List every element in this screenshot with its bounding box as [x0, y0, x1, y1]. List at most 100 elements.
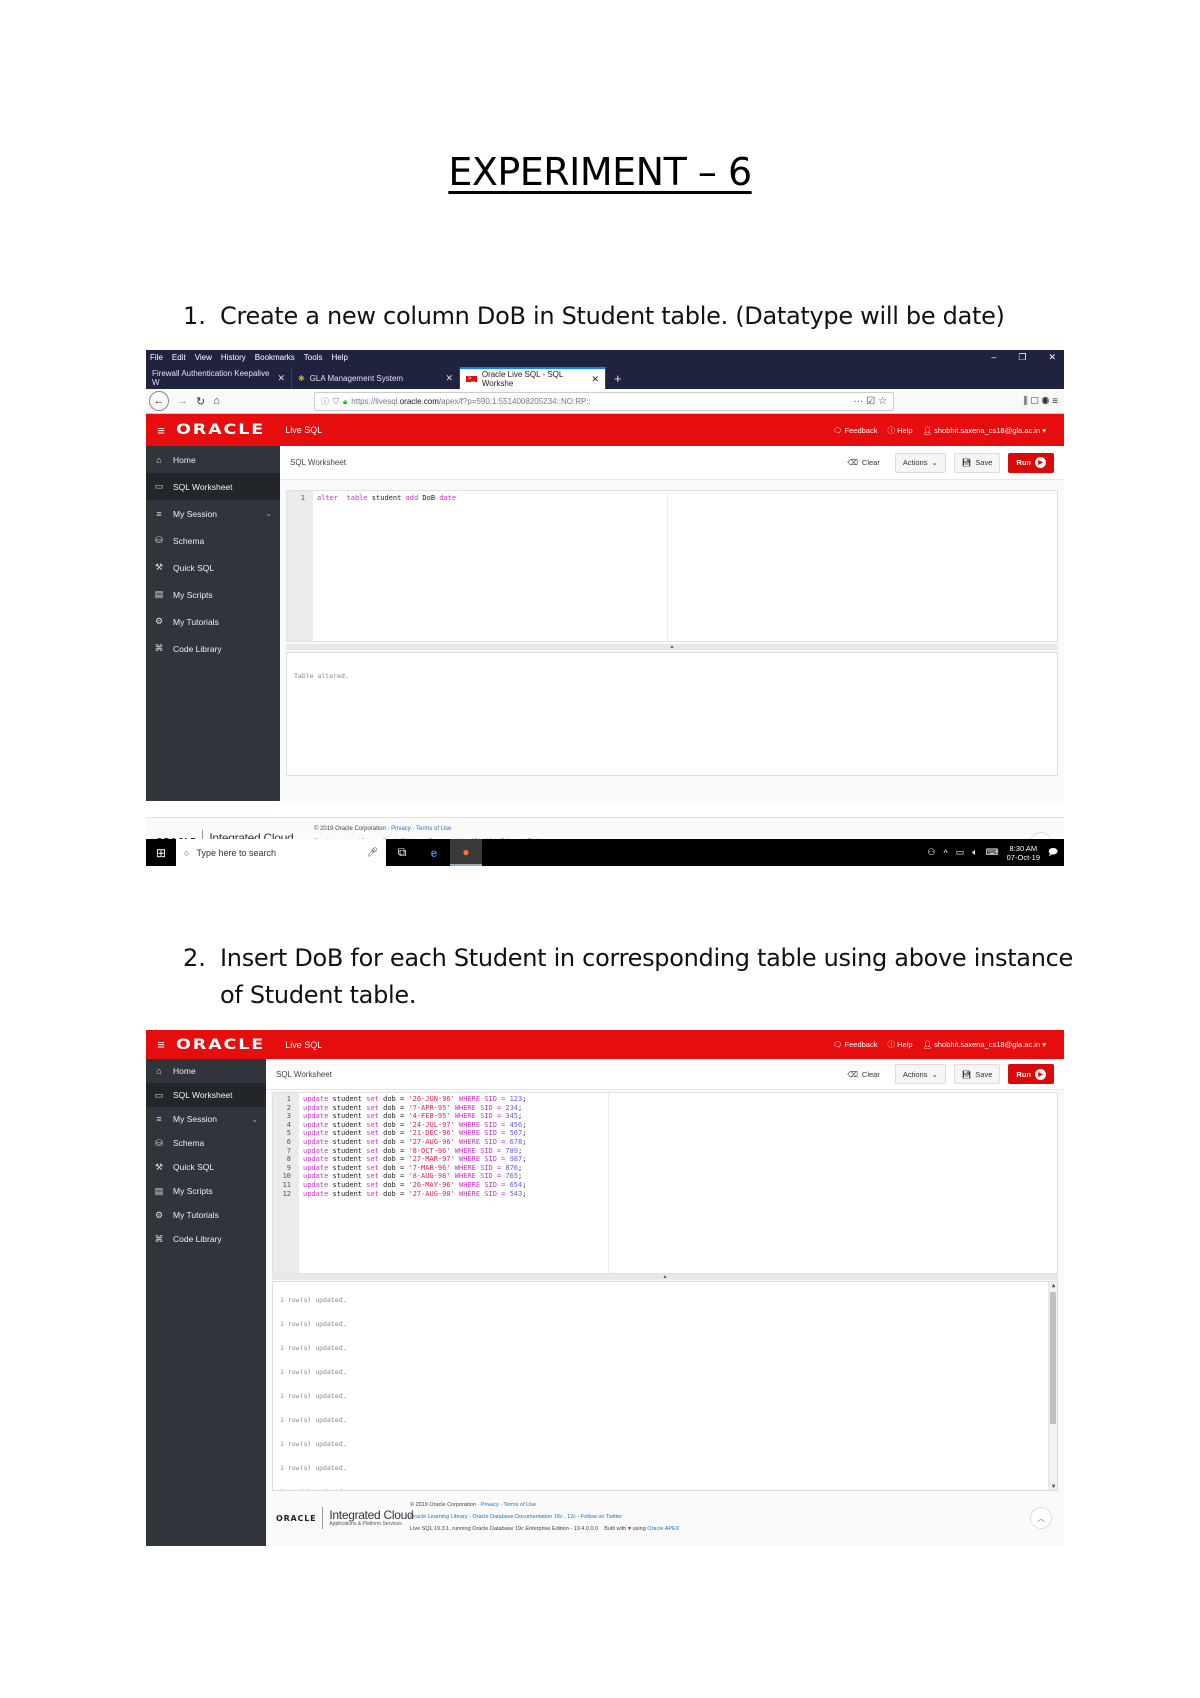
- edge-icon[interactable]: e: [418, 839, 450, 866]
- app-name[interactable]: Live SQL: [285, 1040, 322, 1050]
- app-name[interactable]: Live SQL: [285, 425, 322, 435]
- oracle-logo[interactable]: ORACLE: [176, 1037, 265, 1053]
- learning-library-link[interactable]: Oracle Learning Library: [410, 1514, 467, 1520]
- sql-editor[interactable]: 1 alter table student add DoB date: [286, 490, 1058, 642]
- close-tab-icon[interactable]: ✕: [277, 373, 285, 384]
- forward-icon[interactable]: →: [177, 395, 188, 407]
- terms-link[interactable]: Terms of Use: [416, 826, 451, 832]
- run-button[interactable]: Run ▶: [1008, 1064, 1054, 1084]
- info-icon[interactable]: ⓘ: [321, 396, 329, 407]
- save-button[interactable]: 💾︎ Save: [953, 452, 1001, 473]
- sidebar-item-my-tutorials[interactable]: ⚙ My Tutorials: [146, 1203, 266, 1227]
- menu-help[interactable]: Help: [331, 353, 347, 362]
- scroll-thumb[interactable]: [1050, 1292, 1056, 1424]
- sql-editor[interactable]: 1 update student set dob = '26-JUN-96' WH…: [272, 1092, 1058, 1274]
- scroll-up-icon[interactable]: ▲: [1049, 1282, 1057, 1289]
- user-menu[interactable]: 👤︎ shobhit.saxena_cs18@gla.ac.in ▾: [923, 426, 1047, 435]
- volume-icon[interactable]: 🔈︎: [972, 847, 977, 858]
- actions-button[interactable]: Actions ⌄: [894, 1064, 946, 1084]
- result-message: 1 row(s) updated.: [280, 1368, 347, 1376]
- feedback-link[interactable]: 🗨︎ Feedback: [833, 1040, 878, 1049]
- user-menu[interactable]: 👤︎ shobhit.saxena_cs18@gla.ac.in ▾: [923, 1040, 1047, 1049]
- notifications-icon[interactable]: 🗩︎: [1048, 845, 1058, 861]
- sql-text: dob =: [378, 1163, 409, 1172]
- hamburger-icon[interactable]: ≡: [146, 1037, 176, 1052]
- code-line: 2 update student set dob = '7-APR-95' WHE…: [273, 1104, 1057, 1113]
- hamburger-icon[interactable]: ≡: [146, 423, 176, 438]
- sidebar-item-schema[interactable]: ⛁ Schema: [146, 527, 280, 554]
- chevron-down-icon[interactable]: ⌄: [265, 509, 272, 518]
- scroll-top-button[interactable]: ︿: [1030, 1507, 1052, 1529]
- scroll-down-icon[interactable]: ▼: [1049, 1483, 1057, 1490]
- actions-button[interactable]: Actions ⌄: [894, 452, 946, 473]
- close-window-icon[interactable]: ✕: [1048, 352, 1056, 363]
- sidebar-item-home[interactable]: ⌂ Home: [146, 1059, 266, 1083]
- worksheet-toolbar: SQL Worksheet ⌫ Clear Actions ⌄ 💾︎ Save Run…: [280, 446, 1064, 480]
- apex-link[interactable]: Oracle APEX: [647, 1526, 679, 1532]
- sidebar-item-my-scripts[interactable]: ▤ My Scripts: [146, 581, 280, 608]
- taskbar-search[interactable]: ○ Type here to search 🎤︎: [176, 839, 386, 866]
- twitter-link[interactable]: Follow on Twitter: [581, 1514, 622, 1520]
- sidebar-item-code-library[interactable]: ⌘ Code Library: [146, 635, 280, 662]
- task-view-icon[interactable]: ⧉: [386, 839, 418, 866]
- terms-link[interactable]: Terms of Use: [504, 1502, 536, 1508]
- home-icon[interactable]: ⌂: [213, 395, 220, 407]
- run-button[interactable]: Run ▶: [1008, 452, 1054, 473]
- help-link[interactable]: ⓘ Help: [887, 425, 912, 436]
- windows-start-icon[interactable]: ⊞: [146, 846, 176, 860]
- microphone-icon[interactable]: 🎤︎: [367, 847, 378, 858]
- sidebar-item-quick-sql[interactable]: ⚒ Quick SQL: [146, 554, 280, 581]
- chevron-down-icon: ⌄: [931, 458, 938, 467]
- sidebar-item-home[interactable]: ⌂ Home: [146, 446, 280, 473]
- firefox-icon[interactable]: ●: [450, 839, 482, 866]
- sql-keyword: set: [366, 1095, 379, 1103]
- save-button[interactable]: 💾︎ Save: [953, 1064, 1001, 1084]
- restore-icon[interactable]: ❐: [1018, 352, 1026, 363]
- sidebar-item-sql-worksheet[interactable]: ▭ SQL Worksheet: [146, 473, 280, 500]
- menu-tools[interactable]: Tools: [304, 353, 323, 362]
- menu-edit[interactable]: Edit: [172, 353, 186, 362]
- clear-button[interactable]: ⌫ Clear: [840, 1064, 887, 1084]
- sidebar-item-my-session[interactable]: ≡ My Session ⌄: [146, 500, 280, 527]
- feedback-link[interactable]: 🗨︎ Feedback: [833, 426, 878, 435]
- url-bar[interactable]: ⓘ ⛉ 🔒︎ https://livesql.oracle.com/apex/f…: [314, 392, 894, 411]
- menu-bookmarks[interactable]: Bookmarks: [255, 353, 295, 362]
- sidebar-item-my-scripts[interactable]: ▤ My Scripts: [146, 1179, 266, 1203]
- tab-gla[interactable]: ✱ GLA Management System ✕: [292, 367, 460, 389]
- minimize-icon[interactable]: –: [991, 352, 996, 363]
- clear-button[interactable]: ⌫ Clear: [840, 453, 887, 473]
- sidebar-item-my-session[interactable]: ≡ My Session ⌄: [146, 1107, 266, 1131]
- tab-oracle-live-sql[interactable]: >_ Oracle Live SQL - SQL Workshe ✕: [460, 367, 606, 389]
- page-actions[interactable]: ··· ☑ ☆: [854, 396, 887, 407]
- keyboard-icon[interactable]: ⌨: [986, 847, 999, 858]
- menu-history[interactable]: History: [221, 353, 246, 362]
- oracle-logo[interactable]: ORACLE: [176, 422, 265, 438]
- privacy-link[interactable]: Privacy: [481, 1502, 499, 1508]
- reload-icon[interactable]: ↻: [196, 395, 205, 408]
- results-scrollbar[interactable]: ▲ ▼: [1048, 1282, 1057, 1490]
- sidebar-item-my-tutorials[interactable]: ⚙ My Tutorials: [146, 608, 280, 635]
- tray-chevron-icon[interactable]: ^: [943, 848, 947, 858]
- close-tab-icon[interactable]: ✕: [445, 373, 453, 384]
- sidebar-item-schema[interactable]: ⛁ Schema: [146, 1131, 266, 1155]
- chevron-down-icon[interactable]: ⌄: [251, 1115, 258, 1124]
- new-tab-button[interactable]: +: [606, 367, 630, 389]
- privacy-link[interactable]: Privacy: [391, 826, 411, 832]
- menu-view[interactable]: View: [195, 353, 212, 362]
- menu-file[interactable]: File: [150, 353, 163, 362]
- shield-icon[interactable]: ⛉: [333, 397, 339, 407]
- help-link[interactable]: ⓘ Help: [887, 1039, 912, 1050]
- clock[interactable]: 8:30 AM 07-Oct-19: [1007, 844, 1040, 862]
- pane-resize-handle[interactable]: ▲: [272, 1274, 1058, 1280]
- network-icon[interactable]: ▭: [956, 847, 965, 858]
- sidebar-item-code-library[interactable]: ⌘ Code Library: [146, 1227, 266, 1251]
- tab-firewall[interactable]: Firewall Authentication Keepalive W ✕: [146, 367, 292, 389]
- docs-link[interactable]: Oracle Database Documentation 18c , 12c: [472, 1514, 576, 1520]
- sidebar-item-quick-sql[interactable]: ⚒ Quick SQL: [146, 1155, 266, 1179]
- people-icon[interactable]: ⚇: [927, 847, 935, 858]
- toolbar-icons[interactable]: ⫼ ▢ ◉ ≡: [1023, 396, 1058, 407]
- close-tab-icon[interactable]: ✕: [591, 374, 599, 385]
- back-icon[interactable]: ←: [149, 391, 169, 411]
- sidebar-item-sql-worksheet[interactable]: ▭ SQL Worksheet: [146, 1083, 266, 1107]
- pane-resize-handle[interactable]: ▲: [286, 644, 1058, 650]
